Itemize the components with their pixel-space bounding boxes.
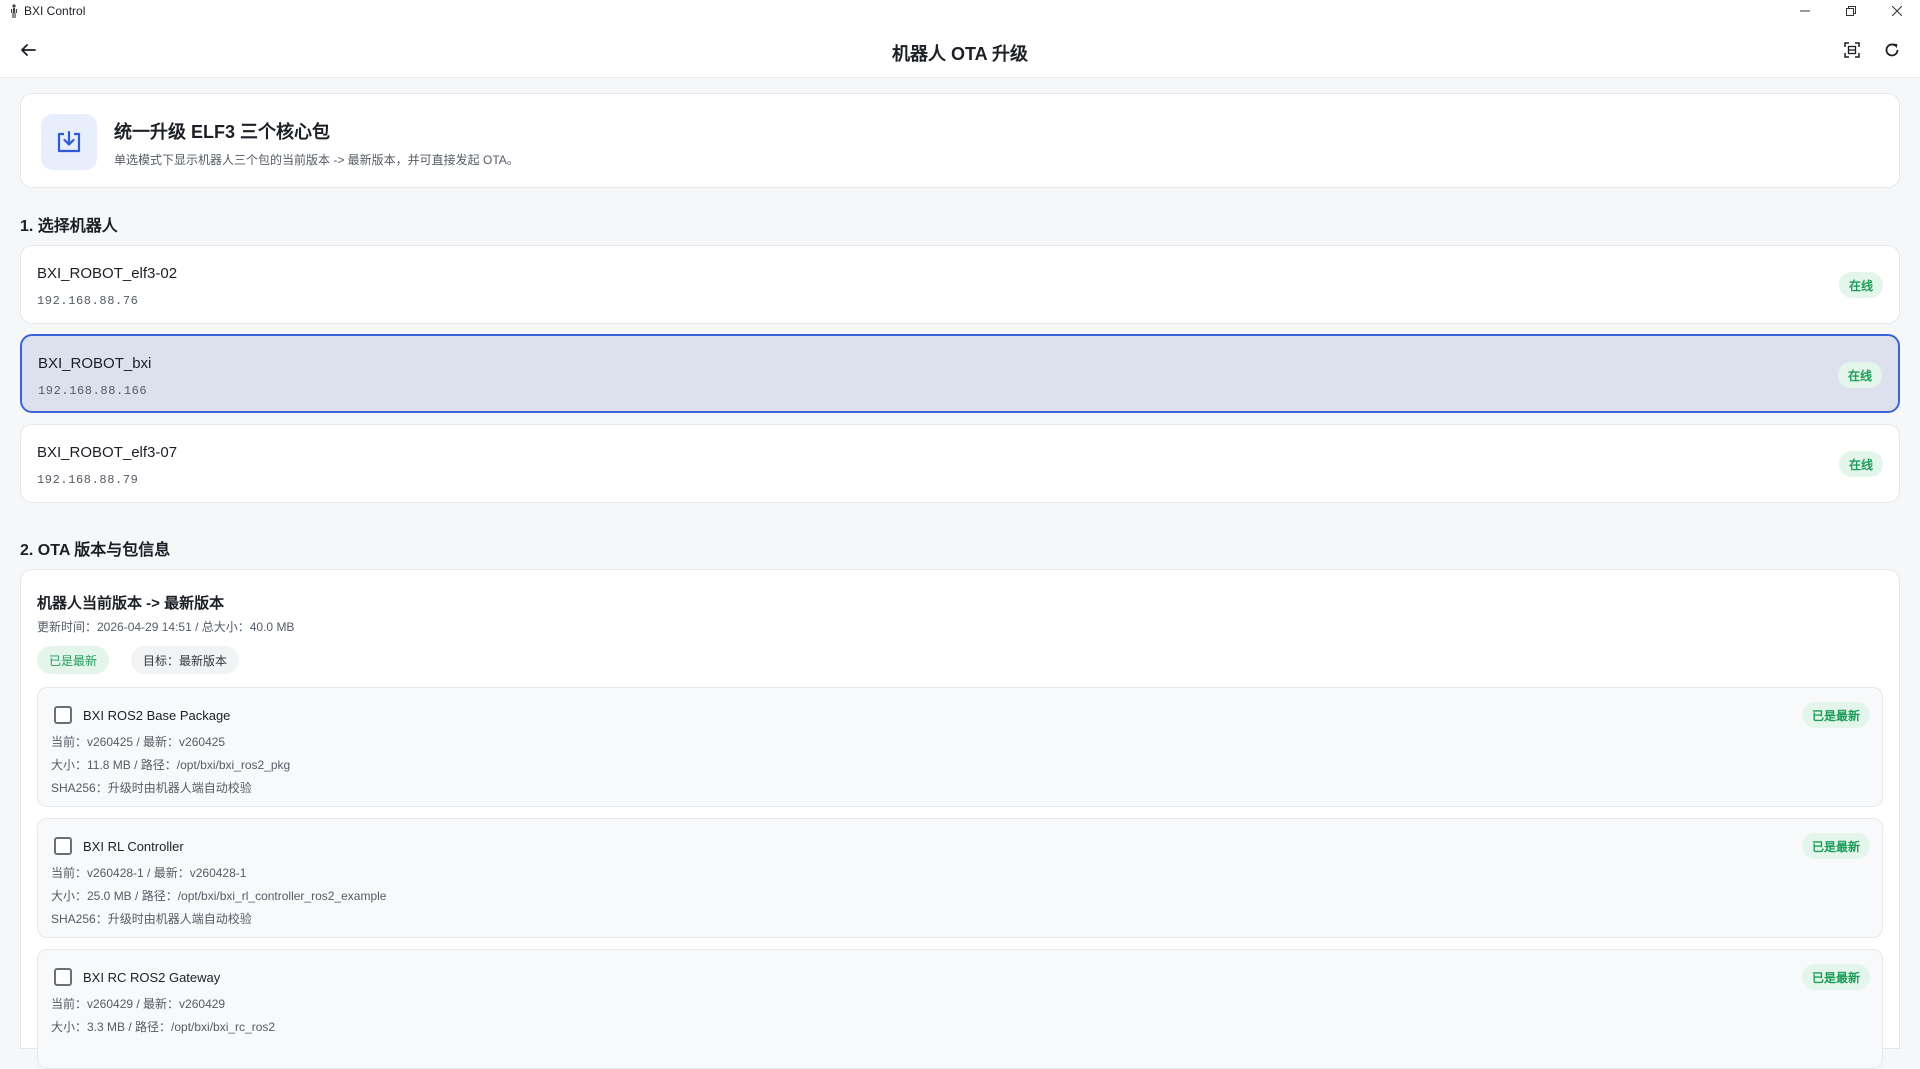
status-badge: 在线 (1837, 362, 1882, 388)
package-size-path: 大小：11.8 MB / 路径：/opt/bxi/bxi_ros2_pkg (51, 758, 291, 772)
section-select-robot-title: 1. 选择机器人 (20, 218, 118, 235)
robot-ip: 192.168.88.79 (37, 473, 139, 487)
target-chip: 目标：最新版本 (131, 646, 240, 674)
package-checkbox[interactable] (54, 837, 72, 855)
package-status-badge: 已是最新 (1801, 702, 1870, 728)
package-checkbox[interactable] (54, 706, 72, 724)
robot-name: BXI_ROBOT_elf3-02 (37, 265, 178, 282)
status-badge: 在线 (1838, 272, 1883, 298)
window-controls (1782, 0, 1920, 22)
package-name: BXI RC ROS2 Gateway (83, 970, 221, 985)
robot-item[interactable]: BXI_ROBOT_elf3-02 192.168.88.76 在线 (20, 245, 1900, 324)
package-version: 当前：v260428-1 / 最新：v260428-1 (51, 866, 247, 880)
download-icon (41, 114, 97, 170)
window-title: BXI Control (24, 4, 86, 18)
robot-name: BXI_ROBOT_bxi (38, 355, 152, 372)
robot-name: BXI_ROBOT_elf3-07 (37, 444, 178, 461)
status-badge: 在线 (1838, 451, 1883, 477)
refresh-icon[interactable] (1878, 36, 1906, 64)
ota-meta: 更新时间：2026-04-29 14:51 / 总大小：40.0 MB (37, 620, 295, 634)
up-to-date-chip: 已是最新 (37, 646, 110, 674)
minimize-icon[interactable] (1782, 0, 1828, 22)
robot-item-selected[interactable]: BXI_ROBOT_bxi 192.168.88.166 在线 (20, 334, 1900, 413)
package-size-path: 大小：25.0 MB / 路径：/opt/bxi/bxi_rl_controll… (51, 889, 387, 903)
upgrade-summary-card: 统一升级 ELF3 三个核心包 单选模式下显示机器人三个包的当前版本 -> 最新… (20, 93, 1900, 188)
package-status-badge: 已是最新 (1801, 964, 1870, 990)
package-version: 当前：v260429 / 最新：v260429 (51, 997, 226, 1011)
restore-icon[interactable] (1828, 0, 1874, 22)
ota-version-title: 机器人当前版本 -> 最新版本 (37, 595, 225, 612)
summary-title: 统一升级 ELF3 三个核心包 (114, 122, 331, 142)
scan-icon[interactable] (1838, 36, 1866, 64)
package-item: BXI RL Controller 当前：v260428-1 / 最新：v260… (37, 818, 1883, 938)
package-size-path: 大小：3.3 MB / 路径：/opt/bxi/bxi_rc_ros2 (51, 1020, 276, 1034)
package-name: BXI ROS2 Base Package (83, 708, 231, 723)
package-item: BXI ROS2 Base Package 当前：v260425 / 最新：v2… (37, 687, 1883, 807)
package-item: BXI RC ROS2 Gateway 当前：v260429 / 最新：v260… (37, 949, 1883, 1069)
robot-app-icon (6, 3, 22, 19)
robot-ip: 192.168.88.76 (37, 294, 139, 308)
package-name: BXI RL Controller (83, 839, 184, 854)
package-sha: SHA256：升级时由机器人端自动校验 (51, 781, 252, 795)
section-ota-info-title: 2. OTA 版本与包信息 (20, 542, 171, 559)
package-status-badge: 已是最新 (1801, 833, 1870, 859)
package-checkbox[interactable] (54, 968, 72, 986)
page-title: 机器人 OTA 升级 (892, 44, 1028, 64)
robot-ip: 192.168.88.166 (38, 384, 148, 398)
robot-item[interactable]: BXI_ROBOT_elf3-07 192.168.88.79 在线 (20, 424, 1900, 503)
app-bar: 机器人 OTA 升级 (0, 22, 1920, 78)
package-sha: SHA256：升级时由机器人端自动校验 (51, 912, 252, 926)
ota-info-card: 机器人当前版本 -> 最新版本 更新时间：2026-04-29 14:51 / … (20, 569, 1900, 1069)
close-icon[interactable] (1874, 0, 1920, 22)
window-titlebar: BXI Control (0, 0, 1920, 22)
package-version: 当前：v260425 / 最新：v260425 (51, 735, 226, 749)
summary-description: 单选模式下显示机器人三个包的当前版本 -> 最新版本，并可直接发起 OTA。 (114, 153, 519, 167)
